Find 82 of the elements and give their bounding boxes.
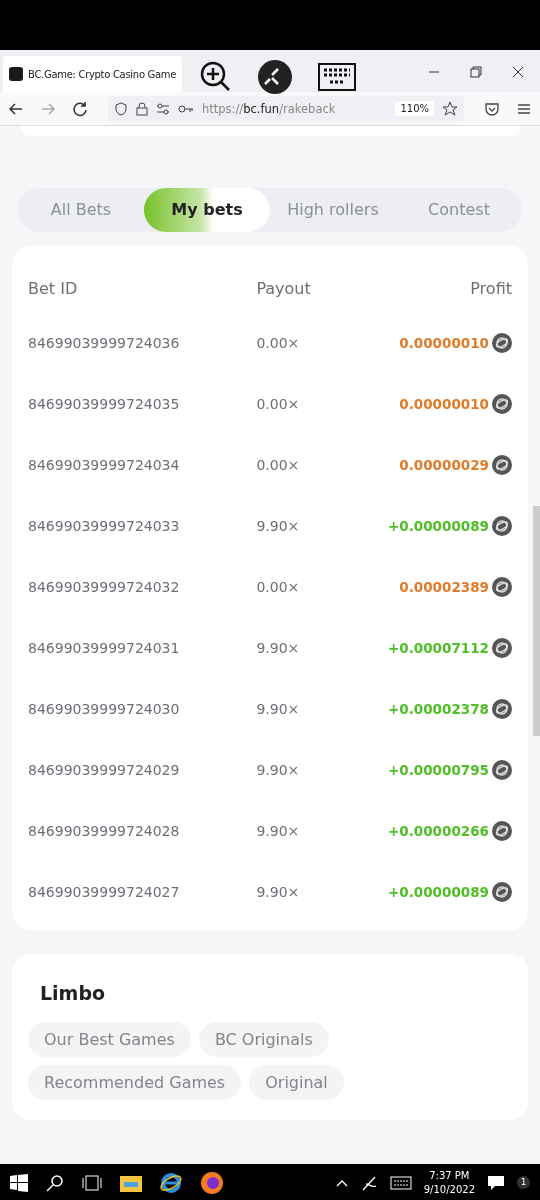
bets-tab[interactable]: All Bets bbox=[18, 188, 144, 232]
profit-cell: +0.00000089 bbox=[388, 883, 489, 900]
payout-cell-text: 9.90× bbox=[255, 517, 301, 534]
permissions-icon bbox=[156, 102, 170, 115]
bet-id-cell-text: 84699039999724035 bbox=[28, 395, 181, 412]
favicon-icon bbox=[9, 67, 23, 81]
pocket-icon[interactable] bbox=[484, 100, 500, 117]
coin-icon bbox=[492, 393, 512, 414]
game-title: Limbo bbox=[40, 982, 107, 1004]
payout-cell-text: 0.00× bbox=[255, 456, 301, 473]
game-tag[interactable]: Original bbox=[249, 1065, 344, 1100]
profit-cell: 0.00000010 bbox=[399, 395, 489, 412]
bets-tab[interactable]: High rollers bbox=[270, 188, 396, 232]
bet-id-cell-text: 84699039999724028 bbox=[28, 822, 181, 839]
bet-id-cell-text: 84699039999724030 bbox=[28, 700, 181, 717]
internet-explorer-icon[interactable] bbox=[160, 1171, 182, 1194]
profit-cell: +0.00000266 bbox=[388, 822, 489, 839]
star-icon[interactable] bbox=[442, 100, 458, 117]
url-text: https://bc.fun/rakeback bbox=[202, 101, 336, 116]
bets-tab[interactable]: My bets bbox=[144, 188, 270, 232]
column-header: Profit bbox=[470, 278, 512, 298]
clock-time[interactable]: 7:37 PM bbox=[423, 1168, 475, 1183]
profit-cell: +0.00000089 bbox=[388, 517, 489, 534]
chevron-up-icon[interactable] bbox=[335, 1178, 348, 1187]
coin-icon bbox=[492, 698, 512, 719]
remote-desktop-icon[interactable] bbox=[258, 60, 292, 94]
close-icon[interactable] bbox=[512, 66, 524, 78]
key-icon bbox=[178, 103, 194, 114]
game-tag[interactable]: Recommended Games bbox=[28, 1065, 242, 1100]
folder-icon[interactable] bbox=[120, 1173, 142, 1192]
payout-cell-text: 9.90× bbox=[255, 761, 301, 778]
back-icon[interactable] bbox=[8, 100, 24, 117]
reload-icon[interactable] bbox=[72, 100, 88, 117]
column-header: Bet ID bbox=[28, 278, 79, 298]
profit-cell: 0.00002389 bbox=[399, 578, 489, 595]
bet-id-cell-text: 84699039999724029 bbox=[28, 761, 181, 778]
task-view-icon[interactable] bbox=[82, 1174, 102, 1191]
payout-cell-text: 0.00× bbox=[255, 334, 301, 351]
payout-cell-text: 9.90× bbox=[255, 639, 301, 656]
profit-cell: 0.00000029 bbox=[399, 456, 489, 473]
restore-icon[interactable] bbox=[470, 66, 482, 78]
bet-id-cell-text: 84699039999724036 bbox=[28, 334, 181, 351]
bet-id-cell-text: 84699039999724034 bbox=[28, 456, 181, 473]
browser-tab[interactable]: BC.Game: Crypto Casino Game bbox=[3, 56, 183, 92]
address-bar[interactable]: https://bc.fun/rakeback 110% bbox=[108, 95, 464, 122]
bet-id-cell-text: 84699039999724031 bbox=[28, 639, 181, 656]
clock-date[interactable]: 9/10/2022 bbox=[423, 1182, 475, 1197]
coin-icon bbox=[492, 454, 512, 475]
bet-id-cell-text: 84699039999724032 bbox=[28, 578, 181, 595]
profit-cell: 0.00000010 bbox=[399, 334, 489, 351]
payout-cell-text: 0.00× bbox=[255, 578, 301, 595]
windows-start-icon[interactable] bbox=[10, 1173, 28, 1192]
bet-id-cell-text: 84699039999724027 bbox=[28, 883, 181, 900]
game-tag[interactable]: Our Best Games bbox=[28, 1022, 191, 1057]
coin-icon bbox=[492, 881, 512, 902]
notification-icon[interactable] bbox=[487, 1174, 505, 1191]
profit-cell: +0.00000795 bbox=[388, 761, 489, 778]
bets-tab[interactable]: Contest bbox=[396, 188, 522, 232]
payout-cell-text: 9.90× bbox=[255, 700, 301, 717]
profit-cell: +0.00007112 bbox=[388, 639, 489, 656]
game-tag[interactable]: BC Originals bbox=[198, 1022, 329, 1057]
shield-icon bbox=[114, 101, 128, 116]
zoom-in-icon[interactable] bbox=[200, 61, 232, 93]
payout-cell-text: 9.90× bbox=[255, 883, 301, 900]
column-header: Payout bbox=[255, 278, 312, 298]
coin-icon bbox=[492, 637, 512, 658]
coin-icon bbox=[492, 576, 512, 597]
keyboard-icon[interactable] bbox=[318, 63, 356, 91]
payout-cell-text: 9.90× bbox=[255, 822, 301, 839]
coin-icon bbox=[492, 759, 512, 780]
firefox-icon[interactable] bbox=[200, 1170, 224, 1195]
search-icon[interactable] bbox=[46, 1173, 64, 1192]
zoom-level[interactable]: 110% bbox=[395, 101, 434, 116]
coin-icon bbox=[492, 515, 512, 536]
coin-icon bbox=[492, 820, 512, 841]
lock-icon bbox=[136, 101, 148, 116]
bet-id-cell-text: 84699039999724033 bbox=[28, 517, 181, 534]
notification-count: 1 bbox=[517, 1176, 530, 1189]
coin-icon bbox=[492, 332, 512, 353]
scrollbar[interactable] bbox=[533, 506, 540, 736]
payout-cell-text: 0.00× bbox=[255, 395, 301, 412]
profit-cell: +0.00002378 bbox=[388, 700, 489, 717]
